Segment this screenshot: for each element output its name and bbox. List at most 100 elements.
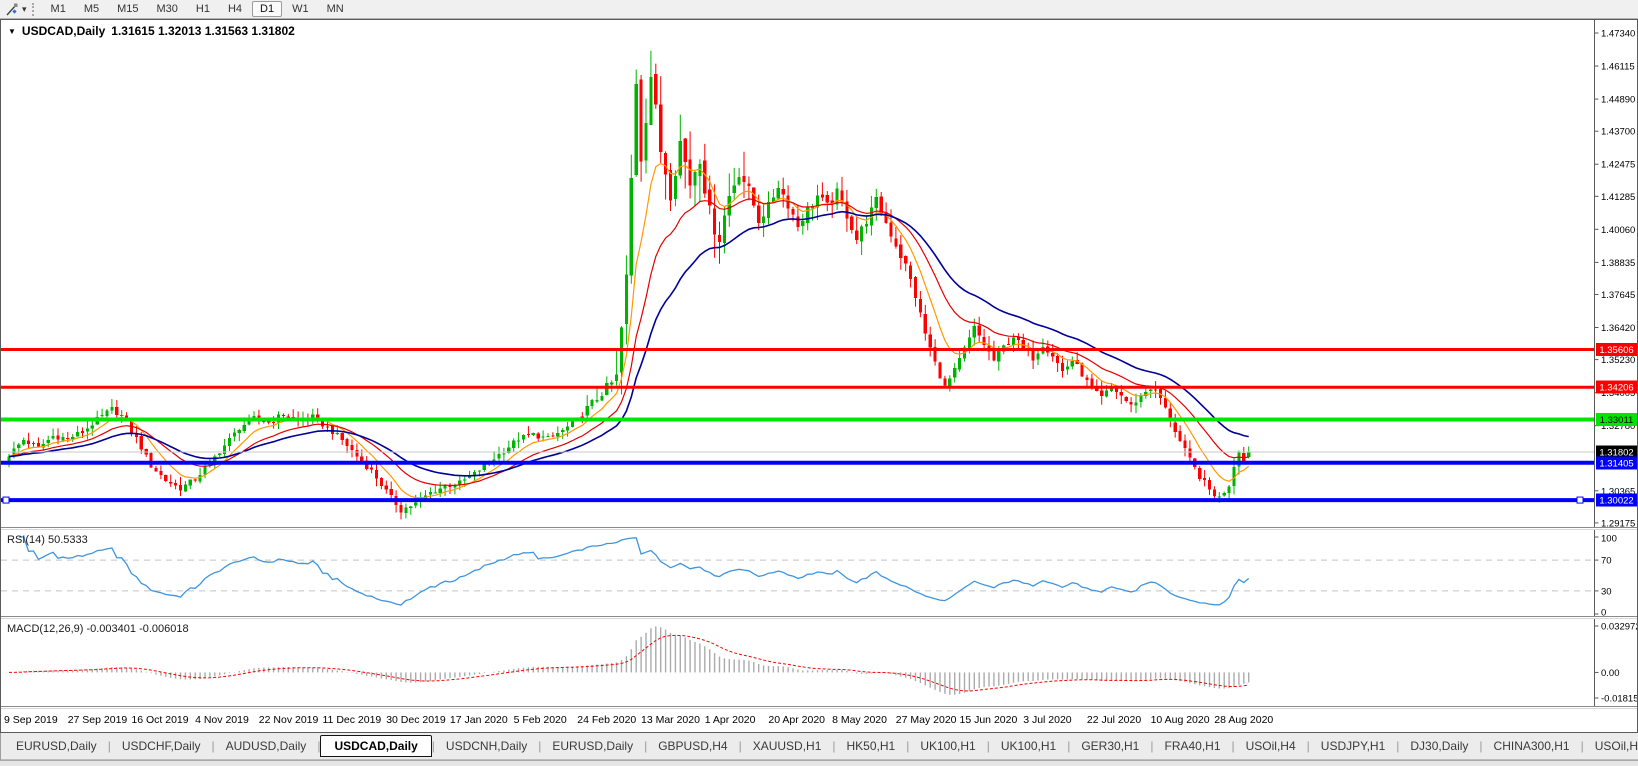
chart-tab-usoil-h1[interactable]: USOil,H1 xyxy=(1584,736,1638,756)
price-axis-label: 1.43700 xyxy=(1601,127,1635,138)
date-label: 10 Aug 2020 xyxy=(1151,714,1210,726)
chart-tab-usoil-h4[interactable]: USOil,H4 xyxy=(1235,736,1307,756)
chart-tab-uk100-h1[interactable]: UK100,H1 xyxy=(990,736,1067,756)
chart-tab-china300-h1[interactable]: CHINA300,H1 xyxy=(1483,736,1581,756)
price-axis-label: 1.36420 xyxy=(1601,323,1635,334)
date-label: 17 Jan 2020 xyxy=(450,714,508,726)
macd-axis-label: 0.032972 xyxy=(1601,622,1637,633)
timeframe-button-mn[interactable]: MN xyxy=(319,1,352,17)
macd-signal-line xyxy=(9,635,1249,691)
timeframe-button-d1[interactable]: D1 xyxy=(252,1,282,17)
chart-tab-usdjpy-h1[interactable]: USDJPY,H1 xyxy=(1310,736,1396,756)
svg-text:1.35606: 1.35606 xyxy=(1599,345,1633,356)
date-label: 24 Feb 2020 xyxy=(577,714,636,726)
symbol-label: USDCAD,Daily xyxy=(22,24,105,38)
date-label: 15 Jun 2020 xyxy=(960,714,1018,726)
price-axis-label: 1.37645 xyxy=(1601,290,1635,301)
date-label: 27 May 2020 xyxy=(896,714,957,726)
date-label: 13 Mar 2020 xyxy=(641,714,700,726)
date-label: 4 Nov 2019 xyxy=(195,714,249,726)
chart-tab-hk50-h1[interactable]: HK50,H1 xyxy=(836,736,907,756)
rsi-axis-label: 100 xyxy=(1601,534,1617,545)
macd-axis-label: 0.00 xyxy=(1601,668,1620,679)
chart-tab-eurusd-daily[interactable]: EURUSD,Daily xyxy=(5,736,108,756)
chart-tab-eurusd-daily[interactable]: EURUSD,Daily xyxy=(541,736,644,756)
chart-tab-xauusd-h1[interactable]: XAUUSD,H1 xyxy=(742,736,833,756)
macd-axis: 0.032972 0.00 -0.018154 xyxy=(1595,619,1638,706)
chart-window: 1.473401.461151.448901.437001.424751.412… xyxy=(0,19,1638,733)
chart-tab-usdcnh-daily[interactable]: USDCNH,Daily xyxy=(435,736,538,756)
timeframe-button-h1[interactable]: H1 xyxy=(188,1,218,17)
chart-tab-audusd-daily[interactable]: AUDUSD,Daily xyxy=(215,736,318,756)
mid-ma-line[interactable] xyxy=(9,199,1249,486)
price-tag-1.33011: 1.33011 xyxy=(1596,413,1637,426)
rsi-content xyxy=(1,537,1595,605)
svg-text:1.33011: 1.33011 xyxy=(1600,415,1634,426)
rsi-pane[interactable]: 10070300 xyxy=(1,530,1637,616)
timeframe-button-m15[interactable]: M15 xyxy=(109,1,146,17)
svg-text:1.34206: 1.34206 xyxy=(1599,383,1633,394)
line-handle[interactable] xyxy=(3,497,9,503)
candles xyxy=(7,51,1250,520)
rsi-indicator-label: RSI(14) 50.5333 xyxy=(7,534,88,546)
timeframe-button-m1[interactable]: M1 xyxy=(43,1,74,17)
macd-axis-label: -0.018154 xyxy=(1601,694,1637,705)
price-tag-1.30022: 1.30022 xyxy=(1596,494,1637,507)
chart-tab-usdchf-daily[interactable]: USDCHF,Daily xyxy=(111,736,212,756)
price-axis-label: 1.44890 xyxy=(1601,95,1635,106)
price-axis-label: 1.35230 xyxy=(1601,355,1635,366)
line-handle[interactable] xyxy=(1577,497,1583,503)
date-label: 22 Jul 2020 xyxy=(1087,714,1141,726)
date-label: 1 Apr 2020 xyxy=(705,714,756,726)
tool-dropdown-caret-icon[interactable]: ▾ xyxy=(22,4,27,15)
macd-indicator-label: MACD(12,26,9) -0.003401 -0.006018 xyxy=(7,623,189,635)
chart-tab-uk100-h1[interactable]: UK100,H1 xyxy=(909,736,986,756)
price-axis-label: 1.42475 xyxy=(1601,160,1635,171)
price-tag-1.34206: 1.34206 xyxy=(1596,381,1637,394)
chart-tab-dj30-daily[interactable]: DJ30,Daily xyxy=(1399,736,1479,756)
chart-tab-ger30-h1[interactable]: GER30,H1 xyxy=(1070,736,1150,756)
price-tag-1.35606: 1.35606 xyxy=(1596,343,1637,356)
date-label: 16 Oct 2019 xyxy=(131,714,188,726)
timeframe-button-m5[interactable]: M5 xyxy=(76,1,107,17)
timeframe-button-h4[interactable]: H4 xyxy=(220,1,250,17)
symbol-collapse-icon[interactable]: ▼ xyxy=(8,27,16,36)
toolbar-grip[interactable] xyxy=(32,3,36,16)
price-pane[interactable]: 1.473401.461151.448901.437001.424751.412… xyxy=(1,20,1637,527)
rsi-axis-label: 70 xyxy=(1601,556,1612,567)
top-toolbar: ▾ M1M5M15M30H1H4D1W1MN xyxy=(0,0,1638,19)
svg-text:1.31405: 1.31405 xyxy=(1599,458,1633,469)
date-label: 22 Nov 2019 xyxy=(259,714,319,726)
rsi-line xyxy=(19,537,1249,605)
chart-tab-fra40-h1[interactable]: FRA40,H1 xyxy=(1153,736,1231,756)
status-strip xyxy=(0,760,1638,766)
chart-title: ▼ USDCAD,Daily 1.31615 1.32013 1.31563 1… xyxy=(8,24,295,38)
date-label: 5 Feb 2020 xyxy=(514,714,567,726)
slow-ma-line[interactable] xyxy=(9,212,1249,476)
rsi-axis-label: 0 xyxy=(1601,608,1606,617)
price-tag-1.31405: 1.31405 xyxy=(1596,456,1637,469)
timeframe-button-m30[interactable]: M30 xyxy=(149,1,186,17)
timeframe-button-w1[interactable]: W1 xyxy=(284,1,317,17)
date-label: 9 Sep 2019 xyxy=(4,714,58,726)
macd-histogram xyxy=(9,626,1249,694)
price-axis-label: 1.47340 xyxy=(1601,29,1635,40)
price-axis-label: 1.38835 xyxy=(1601,258,1635,269)
date-label: 20 Apr 2020 xyxy=(768,714,825,726)
tabbar-edge xyxy=(0,733,1,760)
fast-ma-line[interactable] xyxy=(9,163,1249,497)
date-label: 11 Dec 2019 xyxy=(323,714,382,726)
chart-tab-gbpusd-h4[interactable]: GBPUSD,H4 xyxy=(647,736,738,756)
drawing-tool-icon[interactable] xyxy=(3,2,21,17)
date-label: 28 Aug 2020 xyxy=(1214,714,1273,726)
chart-tabs-bar: EURUSD,Daily|USDCHF,Daily|AUDUSD,Daily|U… xyxy=(0,733,1638,760)
ohlc-values: 1.31615 1.32013 1.31563 1.31802 xyxy=(111,24,295,38)
time-axis[interactable]: 9 Sep 2019 27 Sep 201916 Oct 2019 4 Nov 20… xyxy=(1,708,1637,732)
chart-tab-usdcad-daily[interactable]: USDCAD,Daily xyxy=(320,735,431,757)
date-label: 27 Sep 2019 xyxy=(68,714,128,726)
horizontal-lines[interactable] xyxy=(1,349,1595,503)
price-axis-label: 1.46115 xyxy=(1601,62,1635,73)
rsi-axis: 10070300 xyxy=(1595,530,1617,616)
svg-text:1.30022: 1.30022 xyxy=(1599,496,1633,507)
macd-pane[interactable]: 0.032972 0.00 -0.018154 xyxy=(1,619,1637,706)
